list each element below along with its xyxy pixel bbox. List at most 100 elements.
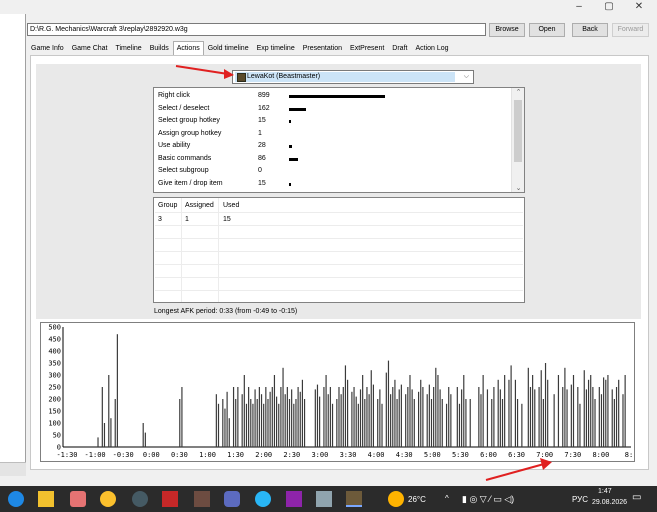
action-row[interactable]: Give item / drop item 15 — [154, 178, 512, 190]
tab-timeline[interactable]: Timeline — [111, 41, 145, 55]
bar — [325, 375, 327, 447]
bar — [314, 389, 316, 447]
clock-date[interactable]: 29.08.2026 — [592, 499, 627, 506]
bar — [607, 375, 609, 447]
open-button[interactable]: Open — [529, 23, 565, 37]
bar — [295, 399, 297, 447]
chrome-icon[interactable] — [100, 491, 116, 507]
notification-icon[interactable]: ▭ — [632, 492, 641, 503]
forward-button[interactable]: Forward — [612, 23, 649, 37]
game-icon[interactable] — [194, 491, 210, 507]
tab-bar: Game Info Game Chat Timeline Builds Actions G… — [27, 41, 453, 56]
weather-temp[interactable]: 26°C — [408, 495, 426, 504]
shield-icon[interactable] — [162, 491, 178, 507]
x-tick-label: 8:00 — [592, 451, 609, 459]
tab-exp-timeline[interactable]: Exp timeline — [253, 41, 299, 55]
bar — [338, 387, 340, 447]
tab-game-info[interactable]: Game Info — [27, 41, 68, 55]
col-header-assigned[interactable]: Assigned — [185, 202, 214, 209]
bar — [256, 399, 258, 447]
bar — [437, 375, 439, 447]
action-row[interactable]: Select group hotkey 15 — [154, 115, 512, 127]
replay-parser-icon[interactable] — [346, 491, 362, 507]
minimize-button[interactable]: – — [568, 0, 590, 13]
language-indicator[interactable]: РУС — [572, 495, 588, 504]
action-row[interactable]: Assign group hotkey 1 — [154, 128, 512, 140]
close-button[interactable]: ✕ — [628, 0, 650, 13]
x-tick-label: 6:30 — [508, 451, 525, 459]
back-button[interactable]: Back — [572, 23, 608, 37]
bar — [456, 387, 458, 447]
bar — [252, 403, 254, 447]
scrollbar-thumb[interactable] — [514, 100, 522, 162]
bar — [458, 403, 461, 447]
left-file-pane[interactable] — [0, 14, 26, 476]
y-tick-label: 50 — [53, 432, 61, 440]
scroll-down-icon[interactable]: ⌄ — [512, 184, 524, 192]
actions-scrollbar[interactable]: ⌃ ⌄ — [511, 88, 524, 192]
x-tick-label: 5:30 — [452, 451, 469, 459]
bar — [364, 399, 366, 447]
bar — [605, 379, 607, 447]
tab-gold-timeline[interactable]: Gold timeline — [204, 41, 253, 55]
action-row[interactable]: Right click 899 — [154, 90, 512, 102]
app-icon[interactable] — [70, 491, 86, 507]
action-row[interactable]: Select subgroup 0 — [154, 165, 512, 177]
bar — [422, 387, 424, 447]
col-header-group[interactable]: Group — [158, 202, 177, 209]
bar — [448, 387, 450, 447]
bar — [450, 394, 452, 447]
app-icon[interactable] — [316, 491, 332, 507]
bar — [439, 389, 441, 447]
bar — [286, 387, 288, 447]
tab-game-chat[interactable]: Game Chat — [68, 41, 112, 55]
telegram-icon[interactable] — [255, 491, 271, 507]
left-pane-button[interactable] — [0, 462, 26, 476]
bar — [461, 389, 463, 447]
action-count: 1 — [258, 129, 262, 137]
tray-icons[interactable]: ▮ ◎ ▽ ⁄ ▭ ◁) — [462, 494, 514, 505]
y-tick-label: 300 — [48, 372, 61, 380]
x-tick-label: -1:30 — [56, 451, 77, 459]
tab-action-log[interactable]: Action Log — [411, 41, 452, 55]
action-row[interactable]: Select / deselect 162 — [154, 103, 512, 115]
tab-actions[interactable]: Actions — [172, 41, 204, 56]
y-tick-label: 350 — [48, 360, 61, 368]
tab-draft[interactable]: Draft — [388, 41, 411, 55]
bar — [529, 387, 532, 447]
action-name: Right click — [158, 92, 190, 99]
chevron-down-icon[interactable]: ⌵ — [464, 71, 469, 83]
player-select[interactable]: LewaKot (Beastmaster) ⌵ — [232, 70, 474, 84]
actions-list[interactable]: Right click 899 Select / deselect 162 Select… — [153, 87, 525, 193]
x-tick-label: 0:30 — [171, 451, 188, 459]
discord-icon[interactable] — [224, 491, 240, 507]
tab-builds[interactable]: Builds — [146, 41, 173, 55]
bar — [420, 379, 422, 447]
bar — [297, 387, 299, 447]
clock-time[interactable]: 1:47 — [598, 488, 612, 495]
action-row[interactable]: Use ability 28 — [154, 140, 512, 152]
bar — [381, 403, 383, 447]
maximize-button[interactable]: ▢ — [598, 0, 620, 13]
edge-icon[interactable] — [8, 491, 24, 507]
bar — [411, 389, 413, 447]
bar — [103, 423, 106, 447]
steam-icon[interactable] — [132, 491, 148, 507]
bar — [493, 387, 495, 447]
action-row[interactable]: Basic commands 86 — [154, 153, 512, 165]
bar — [598, 387, 600, 447]
replay-path-field[interactable]: D:\R.G. Mechanics\Warcraft 3\replay\2892… — [27, 23, 486, 36]
app-icon[interactable] — [286, 491, 302, 507]
bar — [235, 399, 237, 447]
chevron-up-icon[interactable]: ^ — [445, 494, 449, 503]
col-header-used[interactable]: Used — [223, 202, 239, 209]
group-hotkey-table[interactable]: Group Assigned Used 3 1 15 — [153, 197, 525, 303]
action-count: 15 — [258, 117, 266, 124]
y-tick-label: 450 — [48, 336, 61, 344]
tab-extpresent[interactable]: ExtPresent — [346, 41, 388, 55]
browse-button[interactable]: Browse — [489, 23, 525, 37]
tab-presentation[interactable]: Presentation — [299, 41, 346, 55]
scroll-up-icon[interactable]: ⌃ — [512, 88, 524, 96]
file-explorer-icon[interactable] — [38, 491, 54, 507]
bar — [430, 399, 433, 447]
